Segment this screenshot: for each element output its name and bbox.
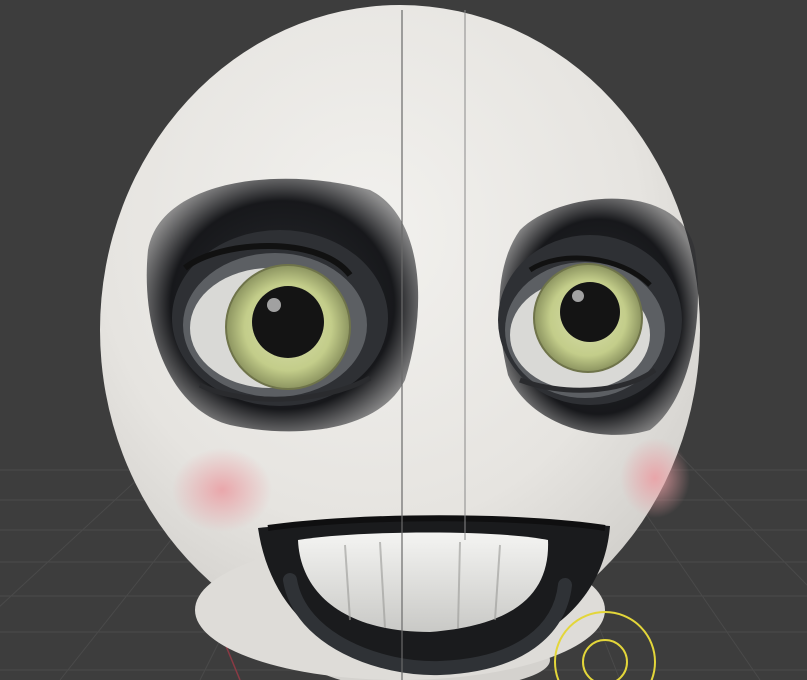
right-eye xyxy=(498,198,698,435)
left-eye xyxy=(146,178,419,432)
3d-viewport[interactable] xyxy=(0,0,807,680)
viewport-canvas xyxy=(0,5,807,680)
left-cheek-blush xyxy=(172,448,272,532)
right-cheek-blush xyxy=(620,438,690,518)
